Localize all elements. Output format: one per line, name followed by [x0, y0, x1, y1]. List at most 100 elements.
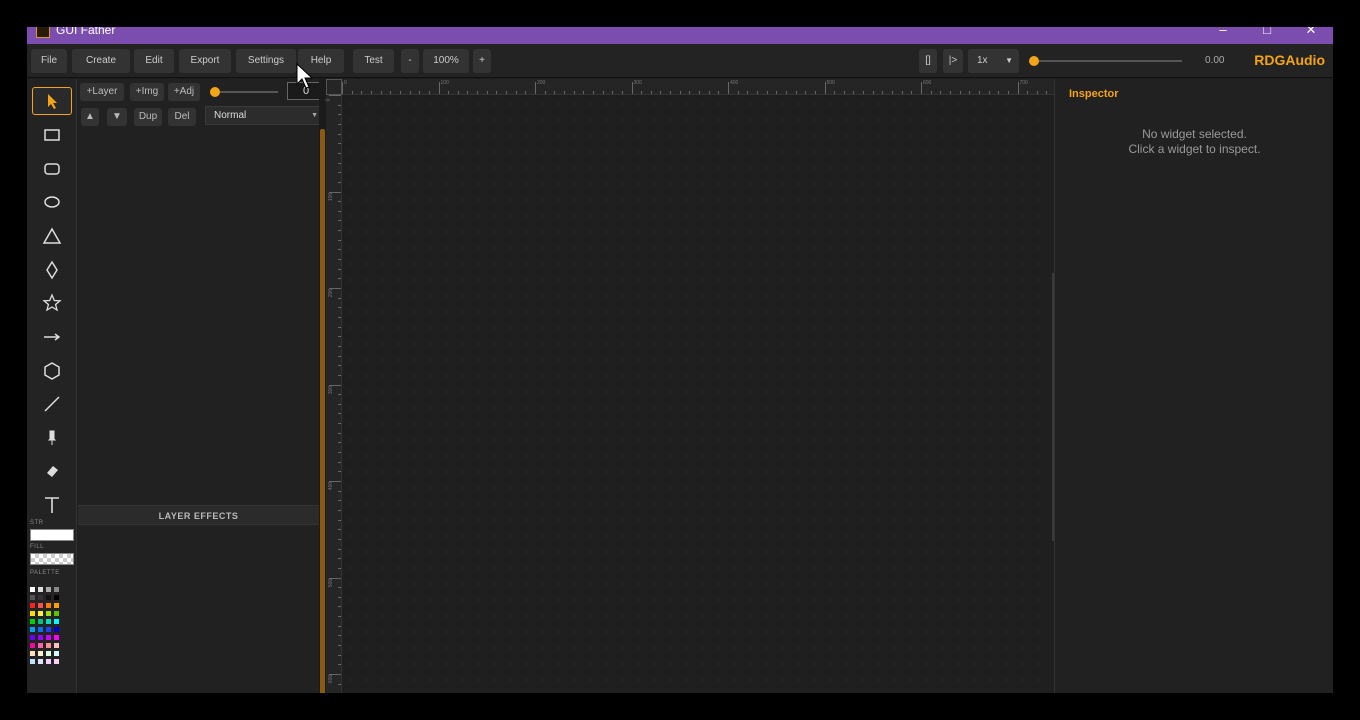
edit-menu[interactable]: Edit [134, 49, 174, 73]
add-image-button[interactable]: +Img [130, 83, 164, 101]
ruler-tick [390, 91, 392, 94]
zoom-out-button[interactable]: - [401, 49, 419, 73]
inspector-empty-message: No widget selected. [1142, 127, 1247, 141]
bracket-button[interactable]: [] [919, 49, 937, 73]
palette-swatch[interactable] [30, 627, 35, 632]
line-tool[interactable] [32, 390, 72, 418]
ruler-tick [338, 239, 341, 241]
time-slider[interactable] [1030, 60, 1182, 62]
palette-swatch[interactable] [54, 635, 59, 640]
diamond-tool[interactable] [32, 256, 72, 284]
speed-select[interactable]: 1x ▼ [968, 49, 1019, 73]
palette-swatch[interactable] [46, 643, 51, 648]
palette-swatch[interactable] [46, 611, 51, 616]
palette-swatch[interactable] [46, 627, 51, 632]
palette-swatch[interactable] [38, 643, 43, 648]
stroke-color-swatch[interactable] [30, 529, 74, 541]
star-tool[interactable] [32, 289, 72, 317]
rounded-rect-tool[interactable] [32, 155, 72, 183]
add-adjustment-button[interactable]: +Adj [168, 83, 200, 101]
move-layer-up-button[interactable]: ▲ [81, 108, 99, 126]
palette-swatch[interactable] [38, 587, 43, 592]
palette-swatch[interactable] [30, 611, 35, 616]
palette-swatch[interactable] [38, 651, 43, 656]
palette-swatch[interactable] [54, 595, 59, 600]
maximize-icon[interactable]: □ [1253, 27, 1281, 39]
triangle-tool[interactable] [32, 222, 72, 250]
layers-scrollbar-thumb[interactable] [320, 129, 325, 693]
settings-menu[interactable]: Settings [236, 49, 296, 73]
palette-swatch[interactable] [38, 619, 43, 624]
palette-swatch[interactable] [38, 659, 43, 664]
duplicate-layer-button[interactable]: Dup [134, 108, 162, 126]
fill-color-swatch[interactable] [30, 553, 74, 565]
palette-swatch[interactable] [46, 603, 51, 608]
palette-swatch[interactable] [30, 651, 35, 656]
move-layer-down-button[interactable]: ▼ [107, 108, 127, 126]
layers-scrollbar[interactable] [319, 79, 326, 693]
design-canvas[interactable] [343, 96, 1054, 693]
chevron-down-icon: ▼ [311, 112, 318, 119]
ruler-tick [338, 104, 341, 106]
opacity-slider-handle[interactable] [210, 87, 220, 97]
chevron-down-icon: ▼ [1005, 56, 1013, 65]
time-slider-handle[interactable] [1029, 56, 1039, 66]
ruler-tick [612, 91, 614, 94]
ruler-label: 400 [328, 481, 335, 491]
zoom-in-button[interactable]: + [473, 49, 491, 73]
star-icon [42, 293, 62, 312]
palette-swatch[interactable] [54, 619, 59, 624]
ellipse-tool[interactable] [32, 188, 72, 216]
palette-swatch[interactable] [30, 603, 35, 608]
palette-swatch[interactable] [30, 635, 35, 640]
eraser-tool[interactable] [32, 457, 72, 485]
play-button[interactable]: |> [943, 49, 963, 73]
palette-swatch[interactable] [46, 651, 51, 656]
palette-swatch[interactable] [38, 603, 43, 608]
minimize-icon[interactable]: – [1209, 27, 1237, 39]
palette-swatch[interactable] [54, 659, 59, 664]
hexagon-icon [44, 362, 60, 380]
select-tool[interactable] [32, 87, 72, 115]
close-icon[interactable]: ✕ [1297, 27, 1325, 39]
palette-swatch[interactable] [30, 619, 35, 624]
palette-swatch[interactable] [38, 595, 43, 600]
ruler-label: 700 [1019, 80, 1028, 86]
palette-swatch[interactable] [54, 611, 59, 616]
palette-swatch[interactable] [38, 627, 43, 632]
palette-swatch[interactable] [30, 659, 35, 664]
pen-tool[interactable] [32, 424, 72, 452]
add-layer-button[interactable]: +Layer [80, 83, 124, 101]
palette-swatch[interactable] [54, 587, 59, 592]
palette-swatch[interactable] [38, 611, 43, 616]
blend-mode-select[interactable]: Normal ▼ [205, 106, 325, 125]
ruler-tick [535, 82, 536, 94]
opacity-slider[interactable] [212, 91, 278, 93]
palette-swatch[interactable] [30, 643, 35, 648]
file-menu[interactable]: File [31, 49, 67, 73]
palette-swatch[interactable] [54, 627, 59, 632]
palette-swatch[interactable] [30, 587, 35, 592]
rectangle-tool[interactable] [32, 121, 72, 149]
ruler-tick [338, 587, 341, 589]
palette-swatch[interactable] [30, 595, 35, 600]
palette-swatch[interactable] [46, 595, 51, 600]
create-menu[interactable]: Create [72, 49, 130, 73]
arrow-tool[interactable] [32, 323, 72, 351]
palette-swatch[interactable] [46, 659, 51, 664]
palette-swatch[interactable] [46, 635, 51, 640]
palette-swatch[interactable] [54, 603, 59, 608]
palette-swatch[interactable] [38, 635, 43, 640]
palette-swatch[interactable] [46, 587, 51, 592]
test-button[interactable]: Test [353, 49, 394, 73]
hexagon-tool[interactable] [32, 357, 72, 385]
ruler-tick [338, 509, 341, 511]
ruler-label: 100 [328, 192, 335, 201]
export-menu[interactable]: Export [179, 49, 231, 73]
palette-swatch[interactable] [46, 619, 51, 624]
text-tool[interactable] [32, 491, 72, 519]
palette-swatch[interactable] [54, 651, 59, 656]
palette-swatch[interactable] [54, 643, 59, 648]
delete-layer-button[interactable]: Del [168, 108, 196, 126]
zoom-level[interactable]: 100% [423, 49, 469, 73]
